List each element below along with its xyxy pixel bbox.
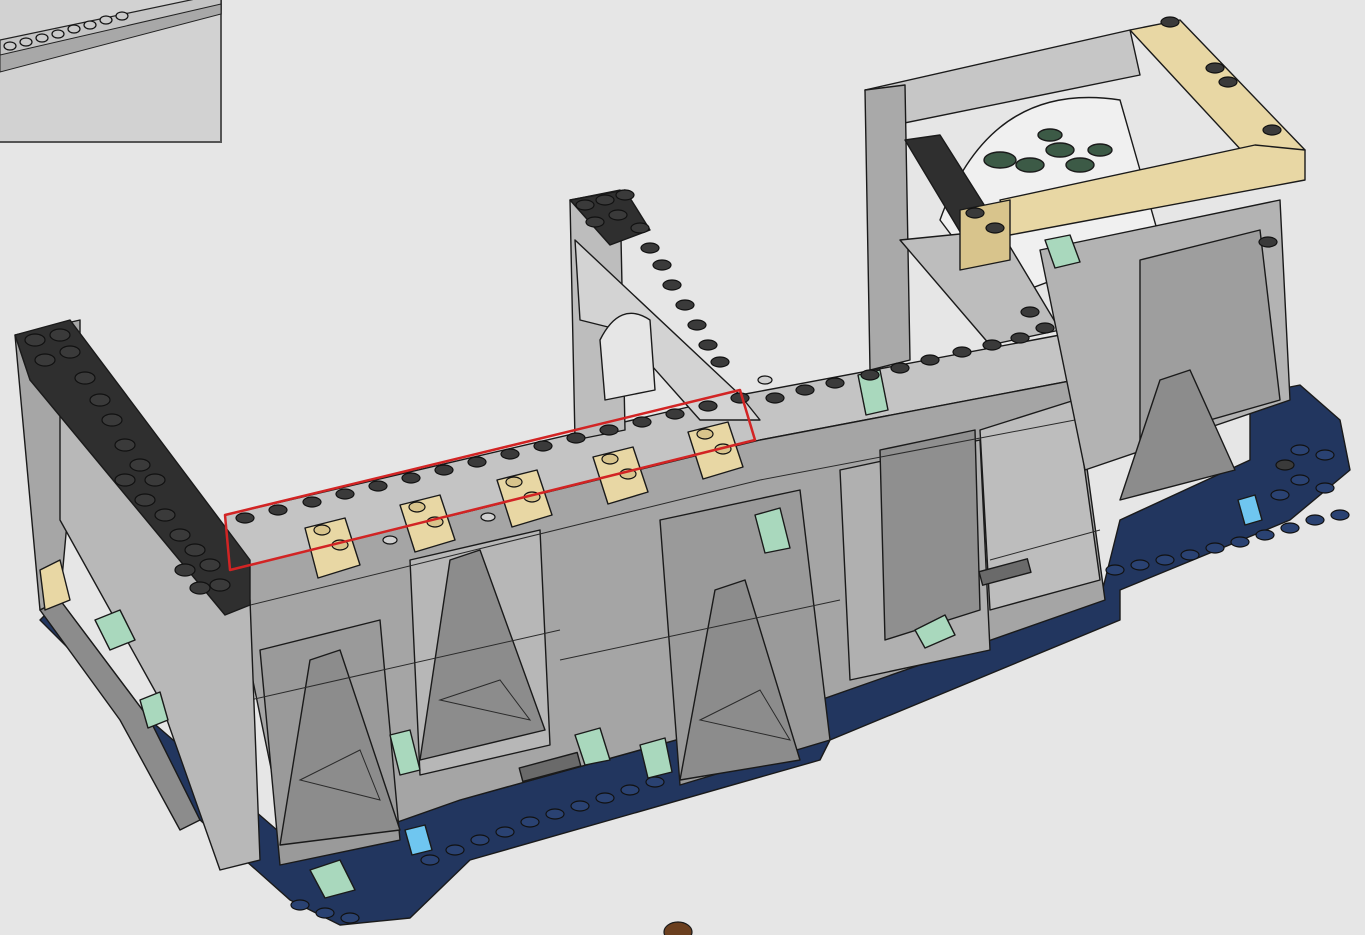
center-arch — [569, 189, 761, 441]
instruction-scene — [0, 0, 1351, 935]
minifig-head — [663, 921, 693, 935]
callout-box — [0, 0, 222, 143]
left-tower — [14, 319, 261, 871]
